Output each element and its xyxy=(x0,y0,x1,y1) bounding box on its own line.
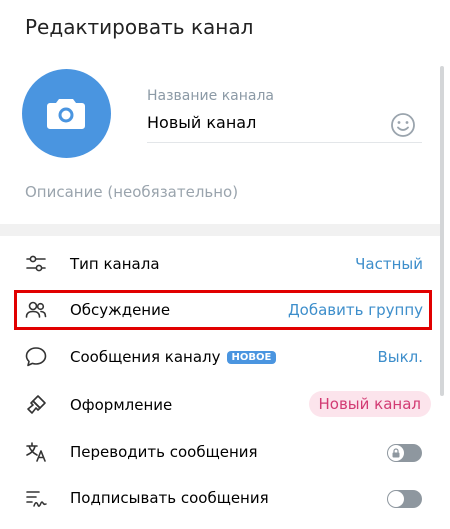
scrollbar-thumb[interactable] xyxy=(440,66,444,396)
camera-icon xyxy=(47,99,85,129)
settings-sliders-icon xyxy=(26,255,46,272)
discussion-highlight-box xyxy=(14,290,432,330)
channel-type-value: Частный xyxy=(355,255,423,273)
toggle-knob xyxy=(388,491,404,507)
brush-icon xyxy=(27,395,46,414)
sign-messages-label: Подписывать сообщения xyxy=(70,489,269,507)
dialog-title: Редактировать канал xyxy=(25,15,254,39)
channel-name-label: Название канала xyxy=(147,88,274,104)
channel-messages-value: Выкл. xyxy=(377,348,423,366)
channel-name-input[interactable]: Новый канал xyxy=(147,113,256,132)
section-divider xyxy=(0,224,440,236)
new-badge: НОВОЕ xyxy=(226,351,277,364)
channel-avatar-upload[interactable] xyxy=(22,69,111,158)
channel-messages-text: Сообщения каналу xyxy=(70,348,221,366)
appearance-value-pill: Новый канал xyxy=(308,391,431,417)
toggle-knob xyxy=(388,445,404,461)
edit-channel-dialog: Редактировать канал Название канала Новы… xyxy=(0,0,450,529)
sign-messages-row[interactable]: Подписывать сообщения xyxy=(0,475,440,521)
signature-icon xyxy=(26,491,47,507)
channel-name-underline xyxy=(147,142,422,143)
sign-messages-toggle[interactable] xyxy=(387,490,422,508)
description-input[interactable]: Описание (необязательно) xyxy=(25,183,238,201)
appearance-row[interactable]: Оформление Новый канал xyxy=(0,382,440,428)
translate-icon xyxy=(26,442,46,462)
channel-type-label: Тип канала xyxy=(70,255,160,273)
emoji-icon[interactable] xyxy=(390,112,416,138)
channel-messages-row[interactable]: Сообщения каналу НОВОЕ Выкл. xyxy=(0,334,440,380)
channel-type-row[interactable]: Тип канала Частный xyxy=(0,241,440,287)
chat-bubble-icon xyxy=(25,347,47,367)
translate-messages-toggle[interactable] xyxy=(387,444,422,462)
channel-messages-label: Сообщения каналу НОВОЕ xyxy=(70,348,277,366)
translate-messages-row[interactable]: Переводить сообщения xyxy=(0,429,440,475)
translate-messages-label: Переводить сообщения xyxy=(70,443,258,461)
appearance-label: Оформление xyxy=(70,396,173,414)
lock-icon xyxy=(392,448,400,458)
